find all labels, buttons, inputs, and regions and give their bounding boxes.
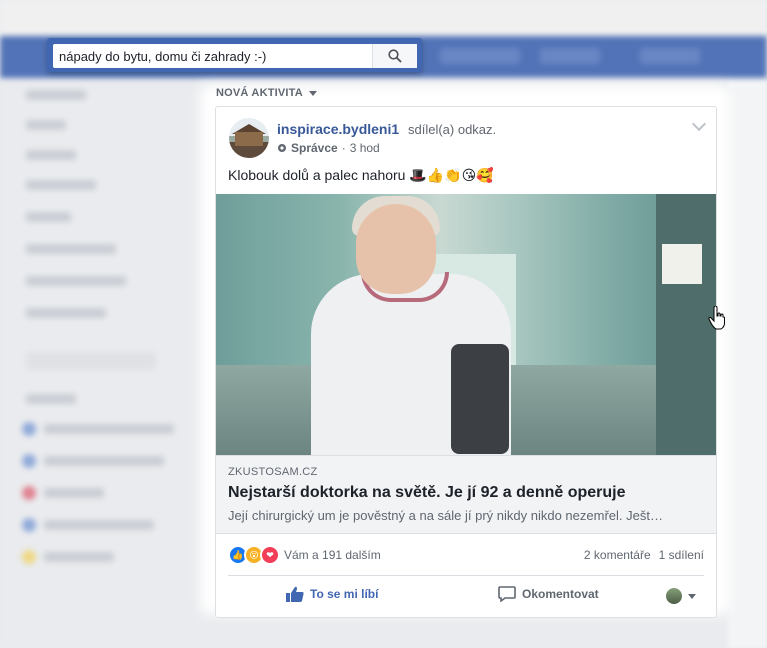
feed-label: NOVÁ AKTIVITA [216,87,303,99]
shares-count[interactable]: 1 sdílení [659,548,704,562]
page-name-link[interactable]: inspirace.bydleni1 [277,121,399,137]
post-actions: To se mi líbí Okomentovat [216,582,716,610]
post-options-chevron-icon[interactable] [691,116,707,132]
reaction-icons[interactable]: 👍 😮 ❤ [228,545,280,565]
post-text: Klobouk dolů a palec nahoru 🎩👍👏😘🥰 [228,167,494,183]
link-title: Nejstarší doktorka na světě. Je jí 92 a … [228,484,626,501]
search-input[interactable] [53,45,372,67]
thumbs-up-icon [286,586,304,602]
comments-count[interactable]: 2 komentáře [584,548,651,562]
left-sidebar [0,78,205,648]
hand-pointer-icon [708,306,725,330]
post-action-text: sdílel(a) odkaz. [408,122,496,137]
right-sidebar [728,78,767,648]
search-button[interactable] [372,44,417,68]
link-description: Její chirurgický um je pověstný a na sál… [228,508,663,523]
link-domain: ZKUSTOSAM.CZ [228,466,318,478]
love-reaction-icon: ❤ [260,545,280,565]
like-button[interactable]: To se mi líbí [286,586,378,602]
post-stats: 👍 😮 ❤ Vám a 191 dalším 2 komentáře 1 sdí… [228,545,704,565]
post-card: inspirace.bydleni1 sdílel(a) odkaz. Sprá… [215,106,717,618]
actions-divider [228,575,704,576]
feed-sort-menu[interactable]: NOVÁ AKTIVITA [216,87,317,99]
page-avatar[interactable] [229,118,269,158]
search-icon [388,49,402,63]
comment-label: Okomentovat [522,587,599,601]
reactions-count[interactable]: Vám a 191 dalším [284,548,381,562]
comment-button[interactable]: Okomentovat [498,586,599,602]
caret-down-icon[interactable] [688,594,696,599]
role-label: Správce [291,141,338,155]
shared-link-preview[interactable]: ZKUSTOSAM.CZ Nejstarší doktorka na světě… [216,455,716,534]
comment-icon [498,586,516,602]
caret-down-icon [308,90,317,96]
shared-link-image[interactable] [216,194,716,455]
browser-toolbar [0,0,767,36]
like-label: To se mi líbí [310,587,379,601]
share-as-avatar[interactable] [666,588,682,604]
search-box [53,44,417,68]
post-action-label: sdílel(a) odkaz. [408,122,497,137]
post-meta: Správce · 3 hod [277,141,380,155]
gear-icon [278,144,286,152]
search-bar [47,38,422,72]
meta-separator: · [341,141,346,155]
post-timestamp[interactable]: 3 hod [350,141,380,155]
